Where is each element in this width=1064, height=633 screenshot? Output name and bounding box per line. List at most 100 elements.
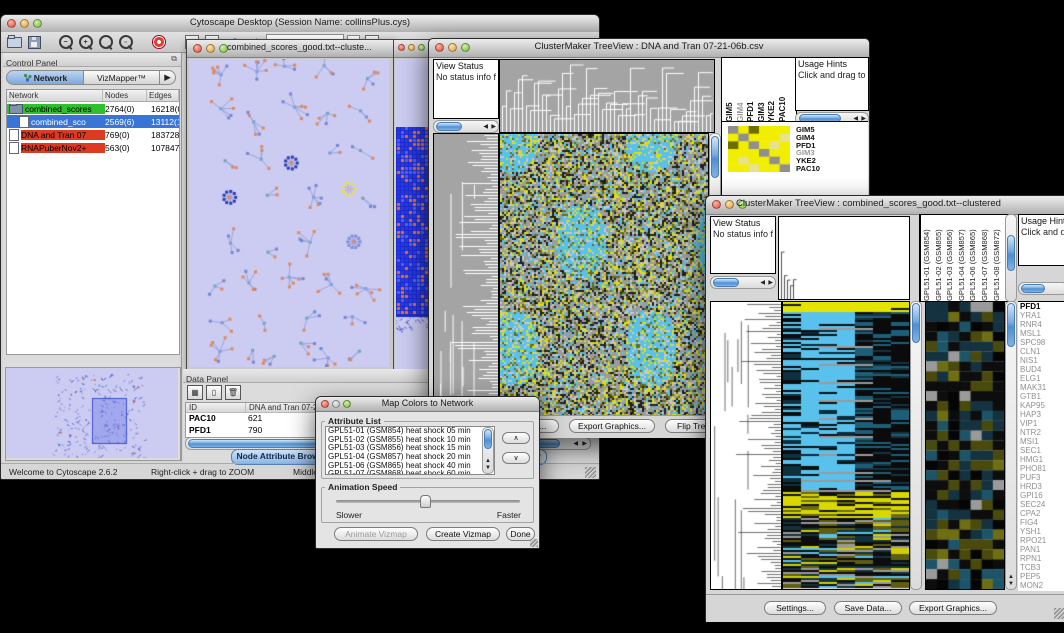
save-data-button[interactable]: Save Data... <box>834 601 902 615</box>
close-button[interactable] <box>398 44 405 51</box>
gene-label[interactable]: PAN1 <box>1020 545 1064 554</box>
move-up-button[interactable]: ∧ <box>502 432 530 444</box>
correlation-matrix-canvas[interactable] <box>728 126 790 172</box>
usage-hints-scrollbar[interactable] <box>1018 282 1064 295</box>
column-labels-vscrollbar[interactable] <box>1005 214 1017 302</box>
gene-label[interactable]: TCB3 <box>1020 563 1064 572</box>
gene-label[interactable]: HMG1 <box>1020 455 1064 464</box>
treeview2-titlebar[interactable]: ClusterMaker TreeView : combined_scores_… <box>706 196 1064 215</box>
col-edges[interactable]: Edges <box>147 90 179 101</box>
gene-label[interactable]: HAP3 <box>1020 410 1064 419</box>
network-row[interactable]: DNA and Tran 07 769(0) 183728(0) <box>7 128 179 141</box>
gene-label[interactable]: MSL1 <box>1020 329 1064 338</box>
gene-label[interactable]: SEC1 <box>1020 446 1064 455</box>
gene-label[interactable]: MAK31 <box>1020 383 1064 392</box>
col-id[interactable]: ID <box>186 403 246 412</box>
select-attributes-icon[interactable]: ▦ <box>187 385 203 400</box>
scroll-left-arrow[interactable]: ◀ <box>573 441 578 447</box>
gene-label[interactable]: PHO81 <box>1020 464 1064 473</box>
gene-label[interactable]: GPI16 <box>1020 491 1064 500</box>
row-dendrogram-canvas[interactable] <box>710 301 782 590</box>
treeview1-titlebar[interactable]: ClusterMaker TreeView : DNA and Tran 07-… <box>429 39 869 58</box>
column-dendrogram-canvas[interactable] <box>499 59 715 133</box>
gene-label[interactable]: CPA2 <box>1020 509 1064 518</box>
gene-label[interactable]: FIG4 <box>1020 518 1064 527</box>
view-status-scrollbar[interactable]: ◀▶ <box>433 120 499 133</box>
zoom-fit-icon[interactable]: ▫ <box>117 34 134 50</box>
gene-label[interactable]: PEP5 <box>1020 572 1064 581</box>
gene-label[interactable]: PFD1 <box>1020 302 1064 311</box>
row-dendrogram-canvas[interactable] <box>433 133 499 417</box>
zoom-out-icon[interactable]: − <box>57 34 74 50</box>
export-graphics-button[interactable]: Export Graphics... <box>909 601 997 615</box>
animate-vizmap-button[interactable]: Animate Vizmap <box>334 527 418 541</box>
col-network[interactable]: Network <box>7 90 103 101</box>
column-dendrogram-canvas[interactable] <box>778 216 910 300</box>
gene-label[interactable]: SEC24 <box>1020 500 1064 509</box>
gene-label[interactable]: NIS1 <box>1020 356 1064 365</box>
zoom-heatmap-canvas[interactable] <box>925 301 1005 590</box>
gene-label[interactable]: PUF3 <box>1020 473 1064 482</box>
close-button[interactable] <box>193 44 202 53</box>
col-nodes[interactable]: Nodes <box>103 90 147 101</box>
gene-label[interactable]: ELG1 <box>1020 374 1064 383</box>
document-icon <box>9 142 19 154</box>
gene-label[interactable]: HRD3 <box>1020 482 1064 491</box>
settings-button[interactable]: Settings... <box>764 601 826 615</box>
speed-slider-thumb[interactable] <box>420 495 431 508</box>
gene-label[interactable]: VIP1 <box>1020 419 1064 428</box>
gene-label[interactable]: CLN1 <box>1020 347 1064 356</box>
dialog-titlebar[interactable]: Map Colors to Network <box>316 397 539 412</box>
tab-network[interactable]: Network <box>6 70 84 85</box>
save-session-icon[interactable] <box>26 34 43 50</box>
gene-label[interactable]: YRA1 <box>1020 311 1064 320</box>
gene-label[interactable]: MON2 <box>1020 581 1064 590</box>
move-down-button[interactable]: ∨ <box>502 452 530 464</box>
birdseye-canvas[interactable] <box>6 368 178 458</box>
tab-vizmapper[interactable]: VizMapper™ <box>84 70 160 85</box>
network-row[interactable]: combined_scores 2764(0) 16218(0) <box>7 102 179 115</box>
minimize-button[interactable] <box>206 44 215 53</box>
create-vizmap-button[interactable]: Create Vizmap <box>426 527 500 541</box>
gene-label[interactable]: MSI1 <box>1020 437 1064 446</box>
attribute-list-vscrollbar[interactable]: ▲▼ <box>482 427 494 474</box>
gene-label[interactable]: SPC98 <box>1020 338 1064 347</box>
network-row[interactable]: RNAPuberNov2+ 563(0) 107847(0) <box>7 141 179 154</box>
float-panel-icon[interactable]: ⧉ <box>171 54 177 64</box>
network-graph-canvas[interactable] <box>189 59 389 367</box>
zoom-vscrollbar[interactable]: ▲▼ <box>1005 301 1017 590</box>
gene-label[interactable]: GTB1 <box>1020 392 1064 401</box>
resize-grip[interactable] <box>1054 608 1064 619</box>
view-status-scrollbar[interactable]: ◀▶ <box>710 276 776 289</box>
attribute-item[interactable]: GPL51-07 (GSM868) heat shock 60 min <box>326 470 494 475</box>
minimize-button[interactable] <box>408 44 415 51</box>
resize-grip[interactable] <box>530 539 538 547</box>
gene-label[interactable]: YSH1 <box>1020 527 1064 536</box>
gene-label[interactable]: RNR4 <box>1020 320 1064 329</box>
gene-label[interactable]: BUD4 <box>1020 365 1064 374</box>
help-lifebuoy-icon[interactable] <box>150 34 167 50</box>
gene-label[interactable]: KAP95 <box>1020 401 1064 410</box>
zoom-in-icon[interactable]: + <box>77 34 94 50</box>
zoom-button[interactable] <box>418 44 425 51</box>
zoom-selected-icon[interactable] <box>97 34 114 50</box>
new-attribute-icon[interactable]: ▯ <box>206 385 222 400</box>
open-session-icon[interactable] <box>6 34 23 50</box>
gene-label[interactable]: NTR2 <box>1020 428 1064 437</box>
tab-overflow-arrow[interactable]: ▶ <box>160 70 176 85</box>
delete-attribute-icon[interactable]: 🗑 <box>225 385 241 400</box>
minimize-button[interactable] <box>725 200 734 209</box>
export-graphics-button[interactable]: Export Graphics... <box>569 419 655 433</box>
heatmap-vscrollbar[interactable] <box>910 301 922 590</box>
network-row-selected[interactable]: combined_sco 2569(6) 13112(15) <box>7 115 179 128</box>
cytoscape-titlebar[interactable]: Cytoscape Desktop (Session Name: collins… <box>1 15 599 33</box>
network-table-header[interactable]: Network Nodes Edges <box>7 90 179 102</box>
resize-grip[interactable] <box>585 467 596 478</box>
close-button[interactable] <box>712 200 721 209</box>
network-view-titlebar[interactable]: combined_scores_good.txt--cluste... <box>187 40 393 58</box>
gene-label[interactable]: RPO21 <box>1020 536 1064 545</box>
heatmap-canvas[interactable] <box>782 301 910 590</box>
gene-label[interactable]: RPN1 <box>1020 554 1064 563</box>
scroll-right-arrow[interactable]: ▶ <box>582 441 587 447</box>
heatmap-canvas[interactable] <box>499 133 709 417</box>
